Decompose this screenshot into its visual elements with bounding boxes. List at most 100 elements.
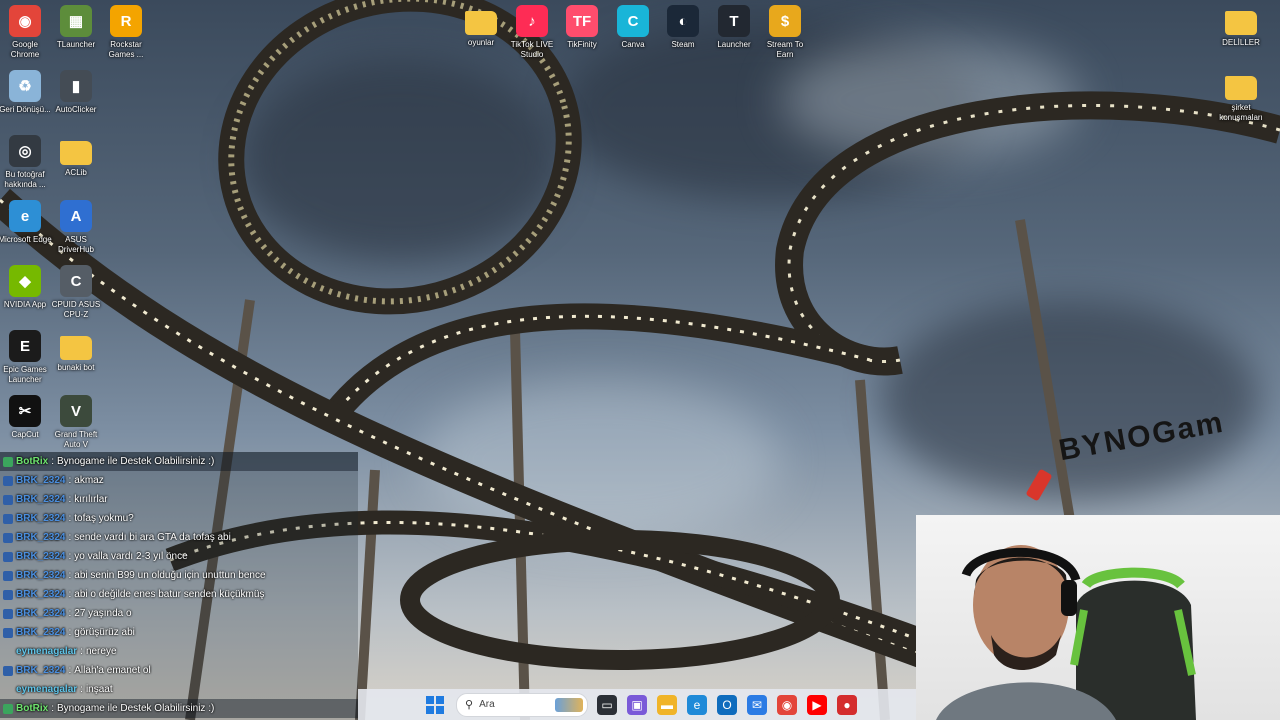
desktop-icon[interactable]: şirket konuşmaları — [1214, 70, 1268, 123]
chat-message: BRK_2324: abi senin B99 un olduğu için un… — [0, 566, 358, 585]
folder-icon — [1225, 11, 1257, 35]
desktop-icon-label: TikFinity — [567, 40, 597, 49]
desktop-icon-label: Google Chrome — [10, 40, 40, 59]
desktop-icon[interactable]: ◉ Google Chrome — [0, 5, 52, 60]
desktop-icon[interactable]: DELİLLER — [1214, 5, 1268, 48]
ms-store-icon[interactable]: ▣ — [627, 694, 647, 715]
user-badge-icon — [3, 551, 13, 562]
chrome-icon: ◉ — [9, 5, 41, 37]
chat-username: BRK_2324 — [16, 608, 66, 619]
chat-text: abi o değilde enes batur senden küçükmüş — [74, 589, 265, 600]
user-badge-icon — [3, 627, 13, 638]
desktop-icon[interactable]: ACLib — [49, 135, 103, 178]
task-view-icon[interactable]: ▭ — [597, 694, 617, 715]
chat-separator: : — [68, 627, 72, 638]
minecraft-grass-icon: ▦ — [60, 5, 92, 37]
app-icon[interactable]: ● — [837, 694, 857, 715]
desktop-icon[interactable]: ▦ TLauncher — [49, 5, 103, 50]
chat-message: BotRix: Bynogame ile Destek Olabilirsiniz… — [0, 699, 358, 718]
chat-separator: : — [68, 589, 72, 600]
user-badge-icon — [3, 456, 13, 467]
chat-username: BRK_2324 — [16, 570, 66, 581]
desktop-icon[interactable]: e Microsoft Edge — [0, 200, 52, 245]
webcam-feed — [936, 545, 1196, 720]
desktop-icon[interactable]: A ASUS DriverHub — [49, 200, 103, 255]
search-icon: ⚲ — [465, 699, 474, 711]
desktop-icon[interactable]: bunaki bot — [49, 330, 103, 373]
chat-separator: : — [68, 513, 72, 524]
epic-games-icon: E — [9, 330, 41, 362]
chat-message: eymenagalar: nereye — [0, 642, 358, 661]
desktop-icon[interactable]: TF TikFinity — [555, 5, 609, 50]
chat-text: abi senin B99 un olduğu için unuttun ben… — [74, 570, 266, 581]
desktop-icon-label: Bu fotoğraf hakkında ... — [4, 170, 46, 189]
outlook-icon[interactable]: O — [717, 694, 737, 715]
chat-text: inşaat — [85, 684, 113, 695]
chat-username: BRK_2324 — [16, 494, 66, 505]
chat-separator: : — [68, 608, 72, 619]
chat-username: BRK_2324 — [16, 513, 66, 524]
desktop-icon-label: Stream To Earn — [766, 40, 804, 59]
cpuz-icon: C — [60, 265, 92, 297]
taskbar-pinned-apps: ▭ ▣ ▬ e O ✉ ◉ ▶ ● — [592, 694, 862, 715]
desktop-icon[interactable]: ◐ Steam — [656, 5, 710, 50]
desktop-icon[interactable]: E Epic Games Launcher — [0, 330, 52, 385]
rockstar-icon: R — [110, 5, 142, 37]
chat-message: BRK_2324: yo valla vardı 2-3 yıl önce — [0, 547, 358, 566]
desktop-icon-label: şirket konuşmaları — [1219, 103, 1263, 122]
gta-icon: V — [60, 395, 92, 427]
desktop-icon[interactable]: ▮ AutoClicker — [49, 70, 103, 115]
camera-icon: ◎ — [9, 135, 41, 167]
chat-username: BRK_2324 — [16, 475, 66, 486]
chat-separator: : — [68, 475, 72, 486]
desktop-icon-label: CPUID ASUS CPU-Z — [51, 300, 101, 319]
desktop-icon-label: NVIDIA App — [3, 300, 47, 309]
user-badge-icon — [3, 475, 13, 486]
chat-username: BRK_2324 — [16, 665, 66, 676]
chat-text: Bynogame ile Destek Olabilirsiniz :) — [57, 456, 215, 467]
desktop-icon-label: Grand Theft Auto V — [54, 430, 98, 449]
user-badge-icon — [3, 589, 13, 600]
chat-message: BRK_2324: Allah'a emanet ol — [0, 661, 358, 680]
desktop-icon[interactable]: $ Stream To Earn — [758, 5, 812, 60]
desktop-icon-label: oyunlar — [467, 38, 495, 47]
user-badge-icon — [3, 513, 13, 524]
chat-text: görüşürüz abi — [74, 627, 135, 638]
desktop-icon[interactable]: C CPUID ASUS CPU-Z — [49, 265, 103, 320]
youtube-icon[interactable]: ▶ — [807, 694, 827, 715]
desktop-icon[interactable]: ◆ NVIDIA App — [0, 265, 52, 310]
desktop-icon-label: AutoClicker — [55, 105, 97, 114]
desktop-icon[interactable]: oyunlar — [454, 5, 508, 48]
chat-message: BotRix: Bynogame ile Destek Olabilirsiniz… — [0, 452, 358, 471]
mail-icon[interactable]: ✉ — [747, 694, 767, 715]
desktop-icon[interactable]: ◎ Bu fotoğraf hakkında ... — [0, 135, 52, 190]
chat-message: BRK_2324: tofaş yokmu? — [0, 509, 358, 528]
chat-separator: : — [51, 456, 55, 467]
start-button[interactable] — [424, 694, 446, 716]
chat-separator: : — [68, 570, 72, 581]
desktop-icon[interactable]: V Grand Theft Auto V — [49, 395, 103, 450]
desktop-icon[interactable]: ♪ TikTok LIVE Studio — [505, 5, 559, 60]
chat-text: sende vardı bi ara GTA da tofaş abi — [74, 532, 231, 543]
folder-icon — [60, 141, 92, 165]
edge-icon: e — [9, 200, 41, 232]
chat-separator: : — [80, 646, 83, 657]
file-explorer-icon[interactable]: ▬ — [657, 694, 677, 715]
chat-message: BRK_2324: kırılırlar — [0, 490, 358, 509]
steam-icon: ◐ — [667, 5, 699, 37]
desktop-icon[interactable]: ♻ Geri Dönüşü... — [0, 70, 52, 115]
user-badge-icon — [3, 608, 13, 619]
desktop-icon[interactable]: R Rockstar Games ... — [99, 5, 153, 60]
taskbar-search-box[interactable]: ⚲ Ara — [456, 692, 588, 717]
stream-to-earn-icon: $ — [769, 5, 801, 37]
desktop-icon[interactable]: C Canva — [606, 5, 660, 50]
desktop-icon[interactable]: ✂ CapCut — [0, 395, 52, 440]
desktop-icon-label: Geri Dönüşü... — [0, 105, 51, 114]
chrome-icon[interactable]: ◉ — [777, 694, 797, 715]
chat-username: BotRix — [16, 456, 49, 467]
edge-icon[interactable]: e — [687, 694, 707, 715]
chat-message: eymenagalar: inşaat — [0, 680, 358, 699]
chat-message: BRK_2324: görüşürüz abi — [0, 623, 358, 642]
desktop-icon[interactable]: T Launcher — [707, 5, 761, 50]
user-badge-icon — [3, 532, 13, 543]
